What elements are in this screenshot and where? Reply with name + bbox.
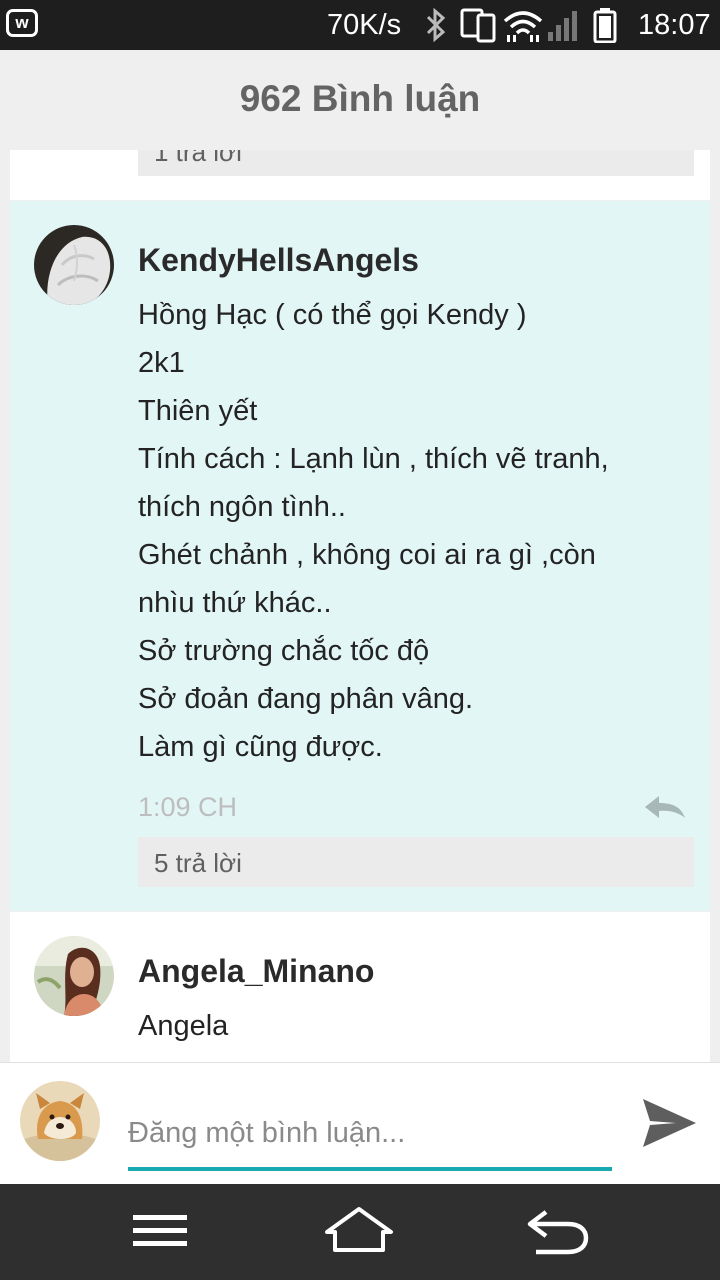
- network-speed: 70K/s: [327, 9, 402, 41]
- comment-line: 2k1: [138, 347, 185, 379]
- comments-header: 962 Bình luận: [0, 50, 720, 150]
- comment-line: Sở đoản đang phân vâng.: [138, 683, 474, 715]
- current-user-avatar: [20, 1081, 100, 1161]
- menu-icon[interactable]: [131, 1212, 189, 1250]
- reply-count-label: 5 trả lời: [154, 848, 242, 878]
- comment-line: Ghét chảnh , không coi ai ra gì ,còn: [138, 539, 596, 571]
- comment-timestamp: 1:09 CH: [138, 792, 238, 822]
- comment-line: Làm gì cũng được.: [138, 731, 383, 763]
- comment-line: nhìu thứ khác..: [138, 587, 332, 619]
- back-icon[interactable]: [524, 1208, 590, 1256]
- comment-item-highlighted: KendyHellsAngels Hồng Hạc ( có thể gọi K…: [10, 201, 710, 911]
- comment-input[interactable]: [128, 1099, 612, 1171]
- send-icon[interactable]: [640, 1095, 698, 1151]
- status-bar: w 70K/s 18:07: [0, 0, 720, 50]
- replies-button[interactable]: 1 trả lời: [138, 150, 694, 176]
- avatar[interactable]: [34, 936, 114, 1016]
- comment-line: Thiên yết: [138, 395, 258, 427]
- comment-line: Tính cách : Lạnh lùn , thích vẽ tranh,: [138, 443, 609, 475]
- comment-username[interactable]: KendyHellsAngels: [138, 242, 419, 279]
- comment-line: Sở trường chắc tốc độ: [138, 635, 430, 667]
- page-title: 962 Bình luận: [239, 78, 481, 119]
- app-w-icon: w: [6, 9, 38, 37]
- clock: 18:07: [638, 9, 711, 41]
- comment-item: 1 trả lời: [10, 150, 710, 200]
- comment-item: Angela_Minano Angela: [10, 912, 710, 1062]
- comment-body: Angela: [138, 1002, 678, 1050]
- signal-icon: [548, 11, 577, 41]
- avatar[interactable]: [34, 225, 114, 305]
- reply-icon[interactable]: [643, 794, 687, 820]
- home-icon[interactable]: [323, 1206, 395, 1254]
- comment-line: thích ngôn tình..: [138, 491, 346, 523]
- navigation-bar: [0, 1184, 720, 1280]
- phone-link-icon: [460, 8, 496, 43]
- battery-icon: [593, 8, 617, 43]
- comment-line: Hồng Hạc ( có thể gọi Kendy ): [138, 299, 527, 331]
- comment-body: Hồng Hạc ( có thể gọi Kendy ) 2k1 Thiên …: [138, 291, 678, 771]
- wifi-icon: [503, 11, 543, 42]
- bluetooth-icon: [426, 8, 446, 42]
- replies-button[interactable]: 5 trả lời: [138, 837, 694, 887]
- reply-count-label: 1 trả lời: [154, 150, 242, 167]
- comment-list[interactable]: 1 trả lời KendyHellsAngels Hồng Hạc ( có…: [0, 150, 720, 1062]
- comment-username[interactable]: Angela_Minano: [138, 953, 374, 990]
- comment-composer: [0, 1062, 720, 1185]
- comment-line: Angela: [138, 1010, 229, 1042]
